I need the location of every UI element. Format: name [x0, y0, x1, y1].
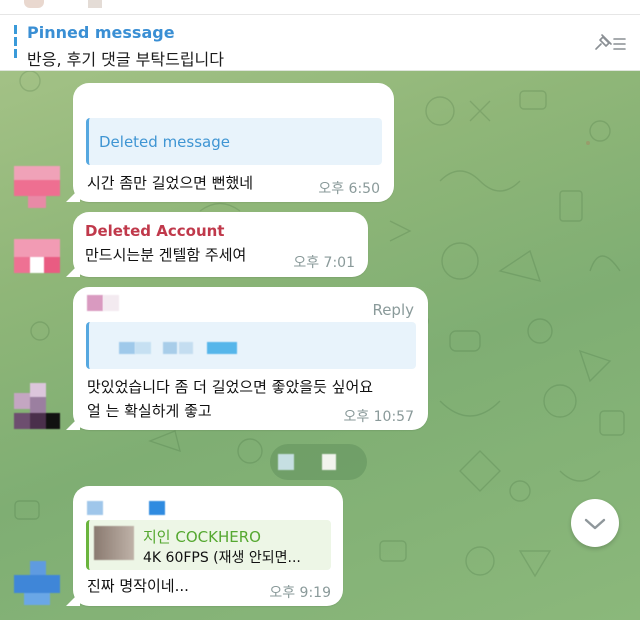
chat-area[interactable]: Deleted message 시간 좀만 길었으면 뻔했네 오후 6:50 D… — [0, 71, 640, 620]
avatar[interactable] — [14, 166, 60, 212]
quote-text: 4K 60FPS (재생 안되면... — [143, 550, 301, 566]
reply-button[interactable]: Reply — [372, 301, 414, 319]
avatar[interactable] — [14, 561, 60, 607]
reply-quote[interactable] — [86, 322, 416, 369]
message-text: 진짜 명작이네... — [87, 577, 189, 595]
message-text-line: 맛있었습니다 좀 더 길었으면 좋았을듯 싶어요 — [87, 378, 374, 396]
message-bubble[interactable]: 지인 COCKHERO 4K 60FPS (재생 안되면... 진짜 명작이네.… — [66, 486, 343, 606]
reply-quote[interactable]: Deleted message — [86, 118, 382, 165]
reply-label: Deleted message — [99, 133, 230, 151]
quote-author: 지인 COCKHERO — [143, 528, 261, 546]
message-text-line: 얼 는 확실하게 좋고 — [87, 402, 212, 420]
pinned-message-bar[interactable]: Pinned message 반응, 후기 댓글 부탁드립니다 — [0, 15, 640, 71]
service-pill — [270, 444, 367, 480]
message-bubble[interactable]: Deleted message 시간 좀만 길었으면 뻔했네 오후 6:50 — [66, 83, 394, 202]
sender-name-blurred — [149, 501, 165, 515]
avatar-fragment — [88, 0, 102, 8]
link-preview-quote[interactable]: 지인 COCKHERO 4K 60FPS (재생 안되면... — [86, 520, 331, 570]
message-bubble[interactable]: Deleted Account 만드시는분 겐텔함 주세여 오후 7:01 — [66, 212, 368, 277]
message-time: 오후 7:01 — [293, 255, 355, 271]
pinned-title: Pinned message — [27, 23, 175, 42]
chevron-down-icon — [584, 518, 606, 530]
message-time: 오후 9:19 — [269, 585, 331, 601]
preview-thumbnail — [94, 526, 134, 560]
sender-name[interactable]: Deleted Account — [85, 222, 224, 240]
message-time: 오후 6:50 — [318, 181, 380, 197]
sender-name-blurred — [87, 501, 103, 515]
message-bubble[interactable]: Reply 맛있었습니다 좀 더 길었으면 좋았을듯 싶어요 얼 는 확실하게 … — [66, 287, 428, 430]
avatar[interactable] — [14, 239, 60, 285]
sender-name-blurred — [87, 295, 103, 311]
pinned-text: 반응, 후기 댓글 부탁드립니다 — [27, 50, 224, 69]
scroll-down-button[interactable] — [571, 499, 619, 547]
avatar-fragment — [24, 0, 44, 8]
message-text: 시간 좀만 길었으면 뻔했네 — [87, 174, 254, 192]
message-text: 만드시는분 겐텔함 주세여 — [85, 246, 247, 264]
avatar[interactable] — [14, 383, 60, 429]
sender-name-blurred — [103, 295, 119, 311]
pinned-accent-line — [14, 25, 17, 61]
message-time: 오후 10:57 — [343, 409, 414, 425]
top-strip — [0, 0, 640, 15]
unpin-icon[interactable] — [594, 31, 628, 55]
